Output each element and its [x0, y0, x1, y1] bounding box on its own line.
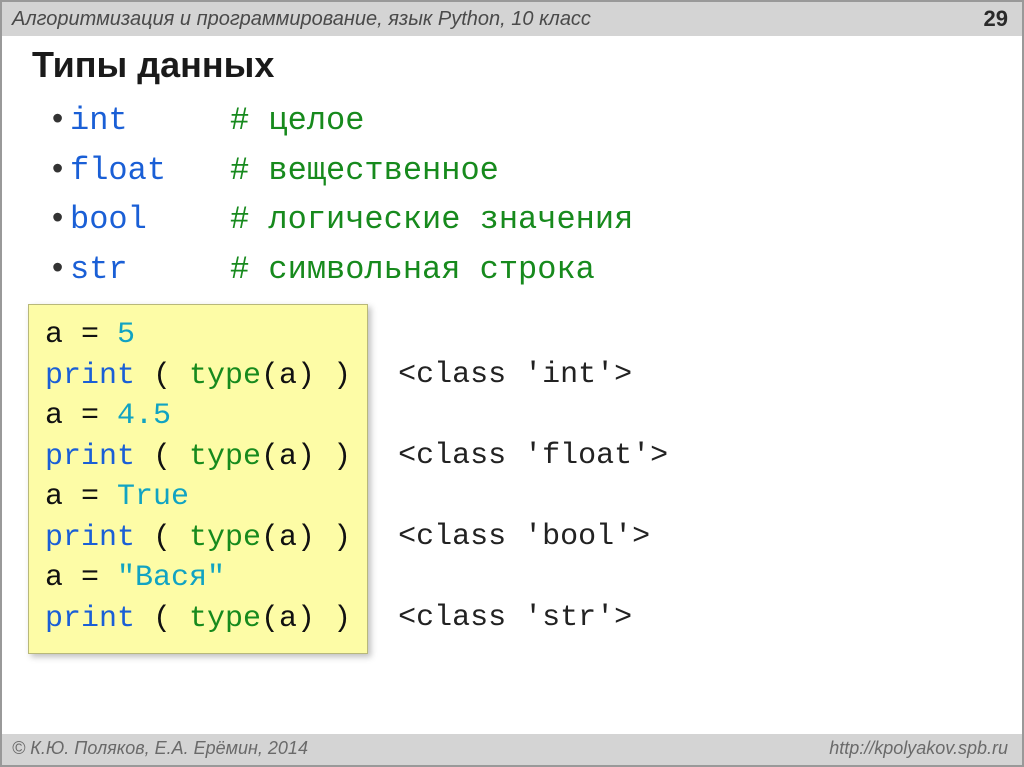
- code-paren: ): [315, 359, 351, 393]
- code-val: 4.5: [117, 399, 171, 433]
- code-type: type: [189, 521, 261, 555]
- type-comment: # целое: [230, 102, 364, 139]
- output-line: <class 'float'>: [398, 439, 668, 473]
- code-type: type: [189, 440, 261, 474]
- slide-header: Алгоритмизация и программирование, язык …: [2, 2, 1022, 36]
- code-fn: print: [45, 359, 135, 393]
- page-number: 29: [984, 6, 1008, 32]
- code-val: "Вася": [117, 561, 225, 595]
- code-paren: ): [315, 602, 351, 636]
- code-val: 5: [117, 318, 135, 352]
- code-arg: (a): [261, 359, 315, 393]
- code-paren: ): [315, 440, 351, 474]
- code-fn: print: [45, 440, 135, 474]
- code-paren: (: [135, 359, 189, 393]
- type-name: bool: [70, 195, 230, 245]
- code-eq: =: [63, 480, 117, 514]
- output-line: <class 'int'>: [398, 358, 632, 392]
- code-fn: print: [45, 521, 135, 555]
- code-section: a = 5 print ( type(a) ) a = 4.5 print ( …: [42, 304, 992, 654]
- code-var: a: [45, 318, 63, 352]
- output-box: <class 'int'> <class 'float'> <class 'bo…: [368, 304, 668, 638]
- list-item: str# символьная строка: [52, 245, 992, 295]
- slide-content: int# целое float# вещественное bool# лог…: [2, 96, 1022, 734]
- output-line: <class 'bool'>: [398, 520, 650, 554]
- code-eq: =: [63, 399, 117, 433]
- code-paren: (: [135, 602, 189, 636]
- type-name: int: [70, 96, 230, 146]
- code-arg: (a): [261, 521, 315, 555]
- code-type: type: [189, 602, 261, 636]
- code-paren: (: [135, 440, 189, 474]
- list-item: int# целое: [52, 96, 992, 146]
- list-item: bool# логические значения: [52, 195, 992, 245]
- type-comment: # логические значения: [230, 201, 633, 238]
- code-var: a: [45, 399, 63, 433]
- code-type: type: [189, 359, 261, 393]
- list-item: float# вещественное: [52, 146, 992, 196]
- code-paren: (: [135, 521, 189, 555]
- code-val: True: [117, 480, 189, 514]
- copyright-text: © К.Ю. Поляков, Е.А. Ерёмин, 2014: [12, 738, 308, 759]
- code-box: a = 5 print ( type(a) ) a = 4.5 print ( …: [28, 304, 368, 654]
- code-var: a: [45, 561, 63, 595]
- code-paren: ): [315, 521, 351, 555]
- code-fn: print: [45, 602, 135, 636]
- type-list: int# целое float# вещественное bool# лог…: [52, 96, 992, 294]
- type-name: str: [70, 245, 230, 295]
- code-eq: =: [63, 318, 117, 352]
- type-name: float: [70, 146, 230, 196]
- code-arg: (a): [261, 440, 315, 474]
- code-eq: =: [63, 561, 117, 595]
- slide-title: Типы данных: [2, 36, 1022, 96]
- footer-url: http://kpolyakov.spb.ru: [829, 738, 1008, 759]
- type-comment: # вещественное: [230, 152, 499, 189]
- slide-footer: © К.Ю. Поляков, Е.А. Ерёмин, 2014 http:/…: [2, 734, 1022, 765]
- code-var: a: [45, 480, 63, 514]
- output-line: <class 'str'>: [398, 601, 632, 635]
- slide: Алгоритмизация и программирование, язык …: [0, 0, 1024, 767]
- code-arg: (a): [261, 602, 315, 636]
- course-title: Алгоритмизация и программирование, язык …: [12, 8, 591, 31]
- type-comment: # символьная строка: [230, 251, 595, 288]
